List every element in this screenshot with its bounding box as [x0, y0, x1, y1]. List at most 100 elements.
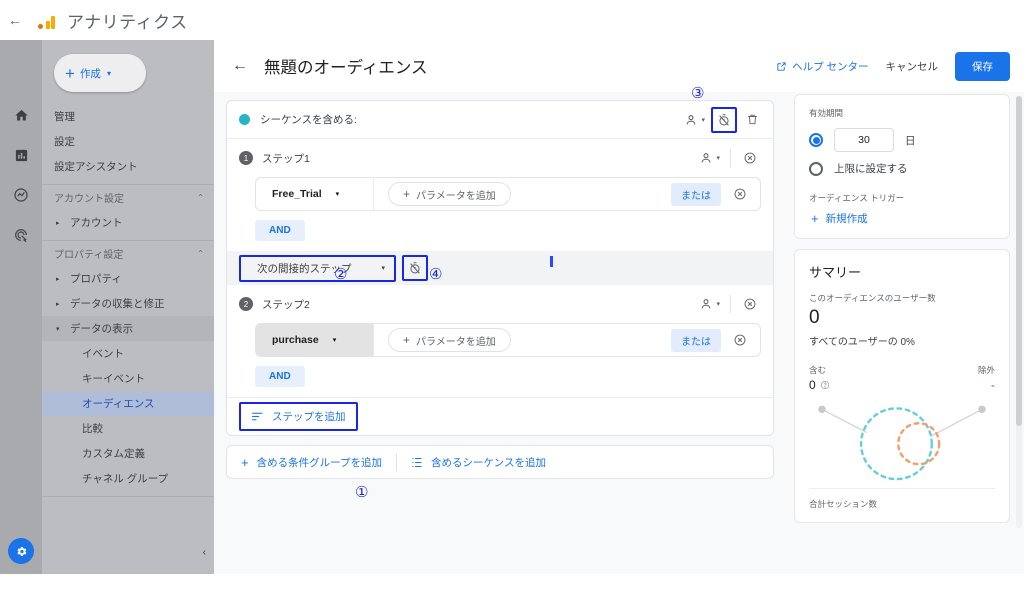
summary-percent: すべてのユーザーの 0%: [809, 337, 915, 348]
advertising-icon[interactable]: [0, 215, 42, 255]
sidebar-item-setup-assistant[interactable]: 設定アシスタント: [42, 154, 214, 179]
step-2-event-selector[interactable]: purchase ▾: [256, 323, 374, 357]
step-number: 1: [239, 151, 253, 165]
sidebar-item-key-events[interactable]: キーイベント: [42, 366, 214, 391]
audience-conditions-area: シーケンスを含める: ▾ 1 ステップ1 ▾ Free_Trial ▾ + パラ…: [214, 92, 786, 574]
cancel-button[interactable]: キャンセル: [886, 59, 939, 74]
duration-days-input[interactable]: 30: [834, 128, 894, 152]
step-1-scope-selector[interactable]: ▾: [695, 151, 724, 165]
step-2-or-button[interactable]: または: [671, 328, 721, 352]
create-trigger-button[interactable]: + 新規作成: [809, 211, 995, 226]
include-label: 含む: [809, 365, 827, 375]
sequence-scope-selector[interactable]: ▾: [680, 113, 709, 127]
analytics-audience-builder: ← アナリティクス + 作成 ▾ 管理 設定 設定アシスタント アカウント設定 …: [0, 0, 1024, 614]
divider: [809, 488, 995, 489]
chevron-down-icon: ▾: [106, 68, 111, 78]
duration-max-row: 上限に設定する: [809, 161, 995, 176]
chevron-down-icon: ▾: [332, 337, 337, 344]
create-button[interactable]: + 作成 ▾: [54, 54, 146, 92]
summary-title: サマリー: [809, 265, 862, 280]
sidebar-item-admin[interactable]: 管理: [42, 104, 214, 129]
step-2-scope-selector[interactable]: ▾: [695, 297, 724, 311]
step-1-header: 1 ステップ1 ▾: [227, 139, 773, 177]
add-condition-group-button[interactable]: + 含める条件グループを追加: [241, 455, 382, 470]
brand-title: アナリティクス: [67, 12, 188, 32]
step-2-header: 2 ステップ2 ▾: [227, 285, 773, 323]
sidebar-item-label: オーディエンス: [82, 398, 155, 410]
step-1-add-parameter-button[interactable]: + パラメータを追加: [388, 182, 511, 206]
reports-icon[interactable]: [0, 135, 42, 175]
create-trigger-label: 新規作成: [825, 213, 868, 225]
event-name: purchase: [272, 334, 319, 346]
sidebar-item-audiences[interactable]: オーディエンス: [42, 391, 214, 416]
step-number: 2: [239, 297, 253, 311]
include-node: [818, 405, 826, 414]
step-relation-bar: 次の間接的ステップ ▾: [227, 251, 773, 285]
sidebar-item-property[interactable]: ▸ プロパティ: [42, 266, 214, 291]
sidebar-item-data-display[interactable]: ▾ データの表示: [42, 316, 214, 341]
sidebar-item-events[interactable]: イベント: [42, 341, 214, 366]
sidebar-collapse-icon[interactable]: ‹: [203, 547, 206, 558]
global-back-icon[interactable]: ←: [0, 12, 30, 28]
explore-icon[interactable]: [0, 175, 42, 215]
annotation-1: ①: [355, 483, 369, 501]
duration-days-unit: 日: [905, 134, 916, 147]
create-label: 作成: [79, 67, 101, 80]
exclude-leader-line: [930, 408, 983, 437]
step-2-remove-button[interactable]: [737, 291, 763, 317]
duration-days-radio[interactable]: [809, 133, 823, 147]
chevron-up-icon[interactable]: ⌃: [197, 193, 204, 202]
plus-icon: +: [65, 63, 75, 83]
step-1-remove-button[interactable]: [737, 145, 763, 171]
sidebar-item-settings[interactable]: 設定: [42, 129, 214, 154]
scrollbar-thumb[interactable]: [1016, 96, 1022, 426]
chevron-down-icon: ▾: [701, 116, 705, 124]
step-relation-selector[interactable]: 次の間接的ステップ ▾: [239, 254, 397, 282]
sidebar-item-label: キーイベント: [82, 373, 145, 385]
help-center-link[interactable]: ヘルプ センター: [776, 59, 869, 74]
sidebar-item-data-collection[interactable]: ▸ データの収集と修正: [42, 291, 214, 316]
summary-users-value: 0: [809, 307, 820, 328]
step-2-add-parameter-button[interactable]: + パラメータを追加: [388, 328, 511, 352]
annotation-3: ③: [691, 84, 705, 102]
duration-max-radio[interactable]: [809, 161, 823, 176]
sequence-delete-button[interactable]: [739, 107, 765, 133]
chevron-up-icon[interactable]: ⌃: [197, 249, 204, 258]
page-back-icon[interactable]: ←: [232, 57, 248, 75]
sequence-header: シーケンスを含める: ▾: [227, 101, 773, 139]
sequence-timer-toggle[interactable]: [711, 106, 737, 133]
include-value: 0: [809, 378, 816, 392]
page-scrollbar[interactable]: [1016, 96, 1022, 528]
step-2-condition-remove-button[interactable]: [727, 327, 753, 353]
step-1-event-selector[interactable]: Free_Trial ▾: [256, 177, 374, 211]
step-2-conditions: purchase ▾ + パラメータを追加 または: [227, 323, 773, 357]
step-label: ステップ1: [262, 152, 310, 165]
step-label: ステップ2: [262, 298, 310, 311]
sidebar-item-account[interactable]: ▸ アカウント: [42, 210, 214, 235]
step-2-and-button[interactable]: AND: [255, 366, 305, 387]
gear-icon[interactable]: [8, 538, 34, 564]
sidebar-section-account-settings: アカウント設定 ⌃: [42, 184, 214, 210]
duration-max-label: 上限に設定する: [834, 163, 908, 175]
step-1-or-button[interactable]: または: [671, 182, 721, 206]
sidebar-item-custom-definitions[interactable]: カスタム定義: [42, 441, 214, 466]
external-link-icon: [777, 61, 786, 71]
summary-card: サマリー このオーディエンスのユーザー数 0 すべてのユーザーの 0% 含む 除…: [794, 249, 1010, 523]
sidebar-item-label: カスタム定義: [82, 448, 145, 460]
condition-row: purchase ▾ + パラメータを追加 または: [255, 323, 761, 357]
timer-off-icon: [719, 113, 729, 126]
sidebar-section-property-settings: プロパティ設定 ⌃: [42, 240, 214, 266]
step-1-condition-remove-button[interactable]: [727, 181, 753, 207]
home-icon[interactable]: [0, 95, 42, 135]
save-button[interactable]: 保存: [955, 51, 1010, 81]
chevron-down-icon: ▾: [335, 191, 340, 198]
sidebar-item-channel-groups[interactable]: チャネル グループ: [42, 466, 214, 491]
add-sequence-button[interactable]: 含めるシーケンスを追加: [411, 455, 546, 470]
duration-days-row: 30 日: [809, 128, 995, 152]
step-relation-timer-toggle[interactable]: [402, 255, 429, 281]
triangle-down-icon: ▾: [56, 325, 60, 333]
sidebar-item-comparisons[interactable]: 比較: [42, 416, 214, 441]
top-bar: ← アナリティクス: [0, 0, 1024, 40]
step-1-and-button[interactable]: AND: [255, 220, 305, 241]
add-step-button[interactable]: ステップを追加: [239, 402, 358, 431]
